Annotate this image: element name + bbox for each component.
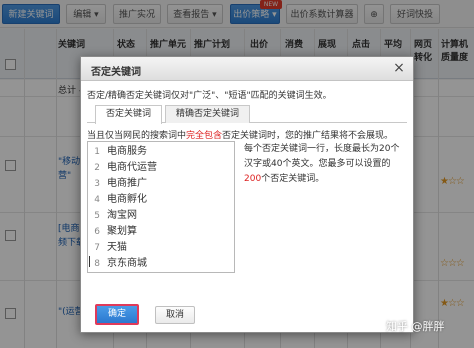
- desc-text-end: 个否定关键词。: [261, 174, 325, 184]
- confirm-button[interactable]: 确定: [95, 304, 139, 325]
- list-item: 5 淘宝网: [94, 210, 137, 221]
- list-item: 4 电商孵化: [94, 194, 147, 205]
- dialog-tabs: 否定关键词 精确否定关键词: [87, 105, 407, 124]
- list-item: 2 电商代运营: [94, 162, 157, 173]
- list-item: 1 电商服务: [94, 146, 147, 157]
- cancel-button[interactable]: 取消: [155, 306, 195, 324]
- negative-keywords-textarea[interactable]: 1 电商服务 2 电商代运营 3 电商推广 4 电商孵化 5 淘宝网 6 聚划算 7 天猫 8…: [87, 141, 235, 273]
- desc-text: 每个否定关键词一行，长度最长为20个汉字或40个英文。您最多可以设置的: [244, 144, 400, 169]
- desc-limit: 200: [244, 174, 262, 184]
- hint-prefix: 当且仅当网民的搜索词中: [87, 131, 187, 141]
- keyword-limit-description: 每个否定关键词一行，长度最长为20个汉字或40个英文。您最多可以设置的 200个否…: [244, 142, 404, 187]
- hint-highlight: 完全包含: [186, 131, 223, 141]
- match-hint: 当且仅当网民的搜索词中完全包含否定关键词时，您的推广结果将不会展现。: [87, 128, 393, 141]
- dialog-header: 否定关键词 ×: [81, 57, 413, 81]
- watermark: 知乎 @胖胖: [386, 320, 445, 333]
- dialog-title: 否定关键词: [91, 67, 141, 78]
- tab-exact-negative-keywords[interactable]: 精确否定关键词: [165, 105, 251, 123]
- list-item: 3 电商推广: [94, 178, 147, 189]
- close-icon[interactable]: ×: [391, 61, 407, 77]
- negative-keywords-dialog: 否定关键词 × 否定/精确否定关键词仅对"广泛"、"短语"匹配的关键词生效。 否…: [80, 56, 414, 333]
- hint-suffix: 否定关键词时，您的推广结果将不会展现。: [222, 131, 394, 141]
- list-item: 8 京东商城: [88, 256, 234, 272]
- list-item: 6 聚划算: [94, 226, 137, 237]
- dialog-notice: 否定/精确否定关键词仅对"广泛"、"短语"匹配的关键词生效。: [87, 91, 332, 101]
- list-item: 7 天猫: [94, 242, 127, 253]
- tab-negative-keywords[interactable]: 否定关键词: [95, 105, 163, 124]
